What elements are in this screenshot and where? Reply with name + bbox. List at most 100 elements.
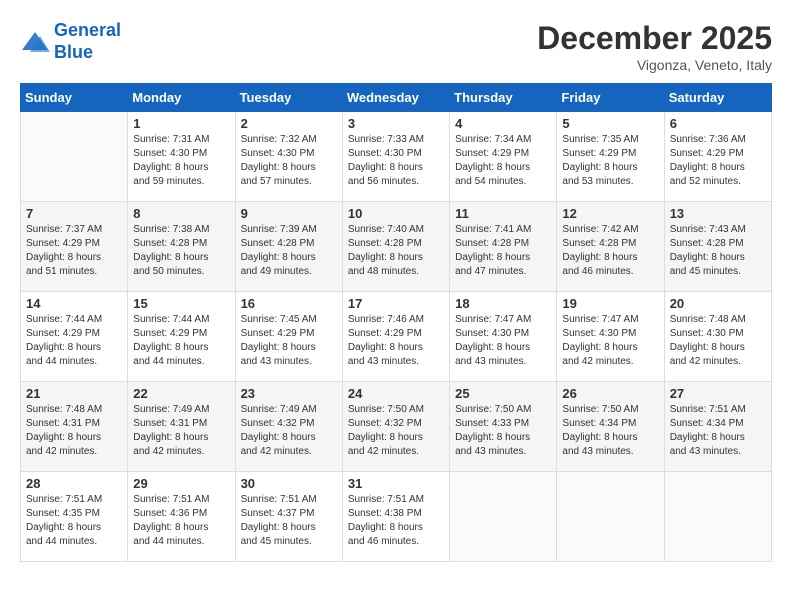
day-info: Sunrise: 7:37 AM Sunset: 4:29 PM Dayligh… (26, 223, 122, 279)
weekday-header: Sunday (21, 84, 128, 112)
day-info: Sunrise: 7:47 AM Sunset: 4:30 PM Dayligh… (562, 313, 658, 369)
logo: General Blue (20, 20, 121, 63)
day-number: 13 (670, 206, 766, 221)
calendar-table: SundayMondayTuesdayWednesdayThursdayFrid… (20, 83, 772, 562)
day-number: 23 (241, 386, 337, 401)
day-info: Sunrise: 7:48 AM Sunset: 4:30 PM Dayligh… (670, 313, 766, 369)
calendar-cell: 6 Sunrise: 7:36 AM Sunset: 4:29 PM Daylig… (664, 112, 771, 202)
calendar-cell: 1 Sunrise: 7:31 AM Sunset: 4:30 PM Daylig… (128, 112, 235, 202)
logo-text: General Blue (54, 20, 121, 63)
day-info: Sunrise: 7:35 AM Sunset: 4:29 PM Dayligh… (562, 133, 658, 189)
day-number: 20 (670, 296, 766, 311)
day-info: Sunrise: 7:34 AM Sunset: 4:29 PM Dayligh… (455, 133, 551, 189)
calendar-week-row: 14 Sunrise: 7:44 AM Sunset: 4:29 PM Dayli… (21, 292, 772, 382)
day-info: Sunrise: 7:36 AM Sunset: 4:29 PM Dayligh… (670, 133, 766, 189)
calendar-cell: 16Sunrise: 7:45 AM Sunset: 4:29 PM Dayli… (235, 292, 342, 382)
day-number: 19 (562, 296, 658, 311)
day-info: Sunrise: 7:32 AM Sunset: 4:30 PM Dayligh… (241, 133, 337, 189)
weekday-header-row: SundayMondayTuesdayWednesdayThursdayFrid… (21, 84, 772, 112)
day-info: Sunrise: 7:33 AM Sunset: 4:30 PM Dayligh… (348, 133, 444, 189)
calendar-cell: 23 Sunrise: 7:49 AM Sunset: 4:32 PM Dayli… (235, 382, 342, 472)
day-number: 10 (348, 206, 444, 221)
calendar-cell: 4 Sunrise: 7:34 AM Sunset: 4:29 PM Daylig… (450, 112, 557, 202)
calendar-cell: 27 Sunrise: 7:51 AM Sunset: 4:34 PM Dayli… (664, 382, 771, 472)
day-number: 14 (26, 296, 122, 311)
calendar-cell: 5Sunrise: 7:35 AM Sunset: 4:29 PM Daylig… (557, 112, 664, 202)
calendar-cell: 12Sunrise: 7:42 AM Sunset: 4:28 PM Dayli… (557, 202, 664, 292)
calendar-cell: 22 Sunrise: 7:49 AM Sunset: 4:31 PM Dayli… (128, 382, 235, 472)
day-info: Sunrise: 7:50 AM Sunset: 4:34 PM Dayligh… (562, 403, 658, 459)
calendar-cell (21, 112, 128, 202)
day-info: Sunrise: 7:43 AM Sunset: 4:28 PM Dayligh… (670, 223, 766, 279)
calendar-cell: 19 Sunrise: 7:47 AM Sunset: 4:30 PM Dayli… (557, 292, 664, 382)
day-info: Sunrise: 7:51 AM Sunset: 4:37 PM Dayligh… (241, 493, 337, 549)
day-number: 4 (455, 116, 551, 131)
day-info: Sunrise: 7:51 AM Sunset: 4:35 PM Dayligh… (26, 493, 122, 549)
day-info: Sunrise: 7:48 AM Sunset: 4:31 PM Dayligh… (26, 403, 122, 459)
logo-icon (20, 30, 50, 54)
day-number: 28 (26, 476, 122, 491)
day-number: 25 (455, 386, 551, 401)
day-info: Sunrise: 7:38 AM Sunset: 4:28 PM Dayligh… (133, 223, 229, 279)
calendar-week-row: 1 Sunrise: 7:31 AM Sunset: 4:30 PM Daylig… (21, 112, 772, 202)
calendar-cell: 17Sunrise: 7:46 AM Sunset: 4:29 PM Dayli… (342, 292, 449, 382)
day-info: Sunrise: 7:42 AM Sunset: 4:28 PM Dayligh… (562, 223, 658, 279)
calendar-cell: 10 Sunrise: 7:40 AM Sunset: 4:28 PM Dayli… (342, 202, 449, 292)
day-info: Sunrise: 7:51 AM Sunset: 4:38 PM Dayligh… (348, 493, 444, 549)
day-number: 31 (348, 476, 444, 491)
day-number: 24 (348, 386, 444, 401)
page-header: General Blue December 2025 Vigonza, Vene… (20, 20, 772, 73)
weekday-header: Thursday (450, 84, 557, 112)
day-number: 16 (241, 296, 337, 311)
month-title: December 2025 (537, 20, 772, 57)
day-info: Sunrise: 7:44 AM Sunset: 4:29 PM Dayligh… (26, 313, 122, 369)
day-number: 17 (348, 296, 444, 311)
day-number: 26 (562, 386, 658, 401)
day-info: Sunrise: 7:41 AM Sunset: 4:28 PM Dayligh… (455, 223, 551, 279)
calendar-cell: 13 Sunrise: 7:43 AM Sunset: 4:28 PM Dayli… (664, 202, 771, 292)
calendar-cell: 2 Sunrise: 7:32 AM Sunset: 4:30 PM Daylig… (235, 112, 342, 202)
day-number: 22 (133, 386, 229, 401)
calendar-cell: 31 Sunrise: 7:51 AM Sunset: 4:38 PM Dayli… (342, 472, 449, 562)
day-info: Sunrise: 7:50 AM Sunset: 4:32 PM Dayligh… (348, 403, 444, 459)
location: Vigonza, Veneto, Italy (537, 57, 772, 73)
calendar-week-row: 7Sunrise: 7:37 AM Sunset: 4:29 PM Daylig… (21, 202, 772, 292)
day-info: Sunrise: 7:49 AM Sunset: 4:32 PM Dayligh… (241, 403, 337, 459)
day-number: 27 (670, 386, 766, 401)
day-info: Sunrise: 7:39 AM Sunset: 4:28 PM Dayligh… (241, 223, 337, 279)
calendar-cell (664, 472, 771, 562)
calendar-cell: 28 Sunrise: 7:51 AM Sunset: 4:35 PM Dayli… (21, 472, 128, 562)
calendar-week-row: 28 Sunrise: 7:51 AM Sunset: 4:35 PM Dayli… (21, 472, 772, 562)
day-info: Sunrise: 7:51 AM Sunset: 4:36 PM Dayligh… (133, 493, 229, 549)
day-number: 6 (670, 116, 766, 131)
day-info: Sunrise: 7:40 AM Sunset: 4:28 PM Dayligh… (348, 223, 444, 279)
day-info: Sunrise: 7:47 AM Sunset: 4:30 PM Dayligh… (455, 313, 551, 369)
calendar-cell: 9 Sunrise: 7:39 AM Sunset: 4:28 PM Daylig… (235, 202, 342, 292)
weekday-header: Monday (128, 84, 235, 112)
calendar-cell (450, 472, 557, 562)
day-number: 11 (455, 206, 551, 221)
calendar-cell: 11 Sunrise: 7:41 AM Sunset: 4:28 PM Dayli… (450, 202, 557, 292)
day-number: 2 (241, 116, 337, 131)
calendar-cell: 25Sunrise: 7:50 AM Sunset: 4:33 PM Dayli… (450, 382, 557, 472)
day-number: 9 (241, 206, 337, 221)
calendar-cell: 30Sunrise: 7:51 AM Sunset: 4:37 PM Dayli… (235, 472, 342, 562)
calendar-cell: 24 Sunrise: 7:50 AM Sunset: 4:32 PM Dayli… (342, 382, 449, 472)
calendar-cell: 20 Sunrise: 7:48 AM Sunset: 4:30 PM Dayli… (664, 292, 771, 382)
calendar-cell: 26 Sunrise: 7:50 AM Sunset: 4:34 PM Dayli… (557, 382, 664, 472)
day-info: Sunrise: 7:49 AM Sunset: 4:31 PM Dayligh… (133, 403, 229, 459)
calendar-cell (557, 472, 664, 562)
weekday-header: Wednesday (342, 84, 449, 112)
calendar-cell: 29Sunrise: 7:51 AM Sunset: 4:36 PM Dayli… (128, 472, 235, 562)
day-number: 1 (133, 116, 229, 131)
title-block: December 2025 Vigonza, Veneto, Italy (537, 20, 772, 73)
day-info: Sunrise: 7:51 AM Sunset: 4:34 PM Dayligh… (670, 403, 766, 459)
calendar-cell: 15 Sunrise: 7:44 AM Sunset: 4:29 PM Dayli… (128, 292, 235, 382)
calendar-cell: 8Sunrise: 7:38 AM Sunset: 4:28 PM Daylig… (128, 202, 235, 292)
day-number: 15 (133, 296, 229, 311)
calendar-cell: 21 Sunrise: 7:48 AM Sunset: 4:31 PM Dayli… (21, 382, 128, 472)
day-info: Sunrise: 7:44 AM Sunset: 4:29 PM Dayligh… (133, 313, 229, 369)
day-info: Sunrise: 7:31 AM Sunset: 4:30 PM Dayligh… (133, 133, 229, 189)
day-number: 21 (26, 386, 122, 401)
calendar-cell: 14 Sunrise: 7:44 AM Sunset: 4:29 PM Dayli… (21, 292, 128, 382)
